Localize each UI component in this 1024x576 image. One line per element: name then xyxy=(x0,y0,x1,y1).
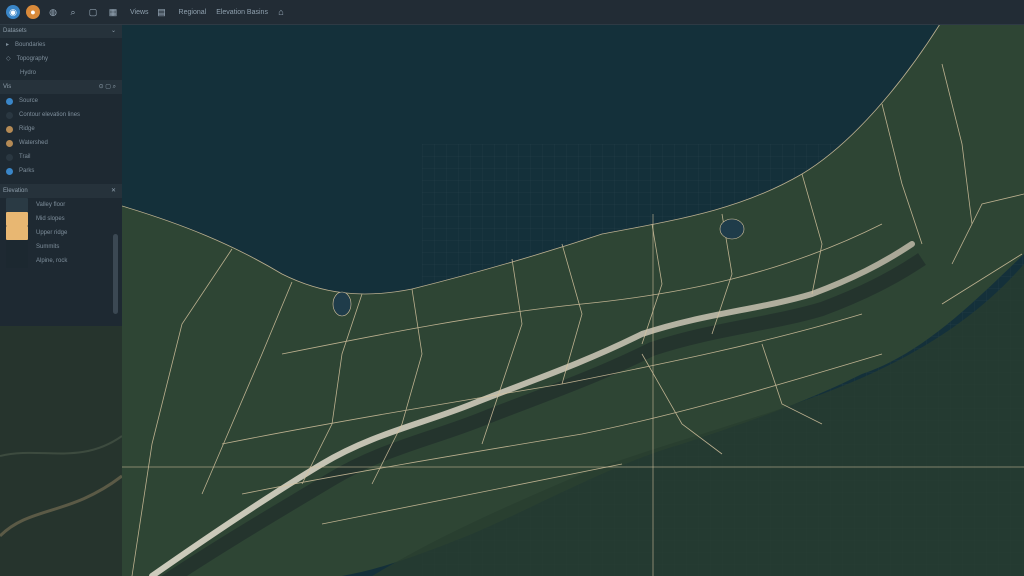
grid-icon[interactable]: ▦ xyxy=(106,5,120,19)
layer-parks[interactable]: Parks xyxy=(0,164,122,178)
menu-views[interactable]: Views xyxy=(130,9,149,16)
sidebar-panel: Datasets ⌄ ▸ Boundaries ◇ Topography Hydro … xyxy=(0,24,122,576)
legend-item: Alpine, rock xyxy=(0,254,122,268)
lake xyxy=(719,218,745,240)
layer-watershed[interactable]: Watershed xyxy=(0,136,122,150)
legend-header[interactable]: Elevation ✕ xyxy=(0,184,122,198)
lake xyxy=(332,291,352,317)
document-icon[interactable]: ▤ xyxy=(155,5,169,19)
globe-icon[interactable]: ◍ xyxy=(46,5,60,19)
layer-ridge[interactable]: Ridge xyxy=(0,122,122,136)
dataset-item-boundaries[interactable]: ▸ Boundaries xyxy=(0,38,122,52)
menu-basemap[interactable]: Elevation Basins xyxy=(216,9,268,16)
dataset-item-hydro[interactable]: Hydro xyxy=(0,66,122,80)
filter-bar[interactable]: Vis ⊙ ▢ ⌕ xyxy=(0,80,122,94)
sidebar-scrollbar[interactable] xyxy=(113,234,118,314)
minimap xyxy=(0,326,122,576)
menu-regional[interactable]: Regional xyxy=(179,9,207,16)
layers-icon[interactable]: ● xyxy=(26,5,40,19)
legend-item: Mid slopes xyxy=(0,212,122,226)
layer-trail[interactable]: Trail xyxy=(0,150,122,164)
layer-contour[interactable]: Contour elevation lines xyxy=(0,108,122,122)
legend-item: Upper ridge xyxy=(0,226,122,240)
search-icon[interactable]: ⌕ xyxy=(66,5,80,19)
top-toolbar: ◉ ● ◍ ⌕ ▢ ▦ Views ▤ Regional Elevation B… xyxy=(0,0,1024,25)
lock-icon[interactable]: ⌂ xyxy=(274,5,288,19)
legend-item: Summits xyxy=(0,240,122,254)
app-icon[interactable]: ◉ xyxy=(6,5,20,19)
legend-item: Valley floor xyxy=(0,198,122,212)
rectangle-icon[interactable]: ▢ xyxy=(86,5,100,19)
dataset-item-topography[interactable]: ◇ Topography xyxy=(0,52,122,66)
datasets-header[interactable]: Datasets ⌄ xyxy=(0,24,122,38)
map-canvas[interactable] xyxy=(122,24,1024,576)
layer-source[interactable]: Source xyxy=(0,94,122,108)
